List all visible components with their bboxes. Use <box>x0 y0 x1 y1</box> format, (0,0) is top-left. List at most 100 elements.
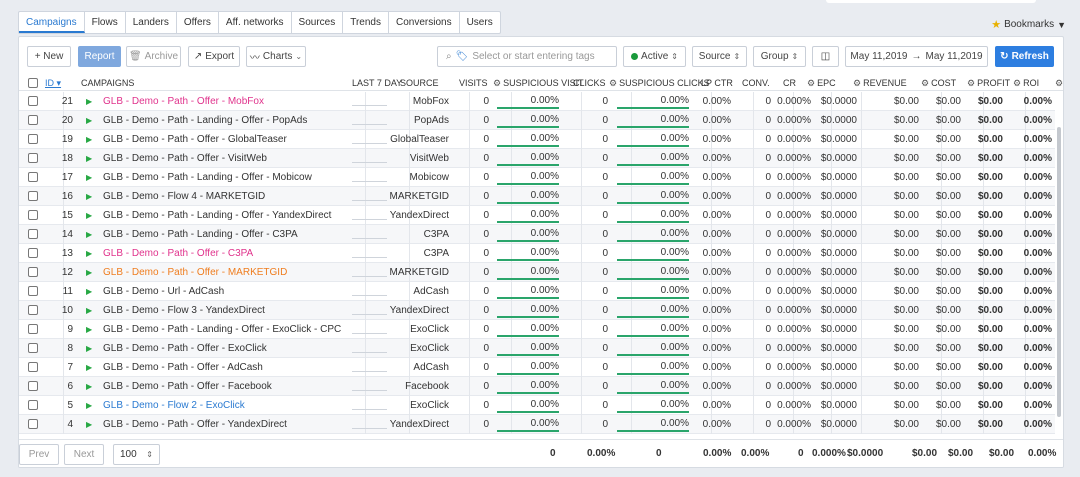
source-filter[interactable]: Source ⇕ <box>692 46 747 67</box>
campaign-name-link[interactable]: GLB - Demo - Flow 4 - MARKETGID <box>103 187 265 206</box>
col-settings[interactable]: ⚙ <box>1055 75 1063 91</box>
report-button[interactable]: Report <box>78 46 121 67</box>
campaign-name-link[interactable]: GLB - Demo - Url - AdCash <box>103 282 224 301</box>
play-icon[interactable]: ▶ <box>86 377 92 396</box>
play-icon[interactable]: ▶ <box>86 111 92 130</box>
play-icon[interactable]: ▶ <box>86 149 92 168</box>
table-row[interactable]: 12 ▶ GLB - Demo - Path - Offer - MARKETGID… <box>19 263 1055 282</box>
row-checkbox[interactable] <box>28 362 38 372</box>
play-icon[interactable]: ▶ <box>86 415 92 434</box>
play-icon[interactable]: ▶ <box>86 358 92 377</box>
play-icon[interactable]: ▶ <box>86 225 92 244</box>
table-row[interactable]: 8 ▶ GLB - Demo - Path - Offer - ExoClick Ex… <box>19 339 1055 358</box>
play-icon[interactable]: ▶ <box>86 282 92 301</box>
col-revenue[interactable]: ⚙ REVENUE <box>853 75 907 91</box>
table-row[interactable]: 9 ▶ GLB - Demo - Path - Landing - Offer - … <box>19 320 1055 339</box>
campaign-name-link[interactable]: GLB - Demo - Flow 2 - ExoClick <box>103 396 245 415</box>
col-conv[interactable]: CONV. <box>742 75 770 91</box>
play-icon[interactable]: ▶ <box>86 244 92 263</box>
play-icon[interactable]: ▶ <box>86 168 92 187</box>
prev-page-button[interactable]: Prev <box>19 444 59 465</box>
row-checkbox[interactable] <box>28 248 38 258</box>
row-checkbox[interactable] <box>28 286 38 296</box>
gear-icon[interactable]: ⚙ <box>609 78 617 88</box>
campaign-name-link[interactable]: GLB - Demo - Path - Offer - VisitWeb <box>103 149 267 168</box>
tab-conversions[interactable]: Conversions <box>389 12 460 33</box>
campaign-name-link[interactable]: GLB - Demo - Path - Landing - Offer - Ex… <box>103 320 341 339</box>
campaign-name-link[interactable]: GLB - Demo - Path - Offer - MARKETGID <box>103 263 287 282</box>
play-icon[interactable]: ▶ <box>86 187 92 206</box>
columns-toggle[interactable]: ◫ <box>812 46 839 67</box>
col-source[interactable]: SOURCE <box>400 75 439 91</box>
campaign-name-link[interactable]: GLB - Demo - Path - Offer - YandexDirect <box>103 415 287 434</box>
col-lp-ctr[interactable]: LP CTR <box>701 75 733 91</box>
select-all-checkbox[interactable] <box>28 78 38 88</box>
charts-button[interactable]: 〰 Charts ⌄ <box>246 46 306 67</box>
campaign-name-link[interactable]: GLB - Demo - Path - Landing - Offer - Mo… <box>103 168 312 187</box>
vertical-scrollbar[interactable] <box>1057 127 1061 417</box>
play-icon[interactable]: ▶ <box>86 92 92 111</box>
row-checkbox[interactable] <box>28 172 38 182</box>
gear-icon[interactable]: ⚙ <box>853 78 861 88</box>
bookmarks-menu[interactable]: ★ Bookmarks ▼ <box>991 18 1066 31</box>
row-checkbox[interactable] <box>28 191 38 201</box>
table-row[interactable]: 17 ▶ GLB - Demo - Path - Landing - Offer -… <box>19 168 1055 187</box>
table-row[interactable]: 6 ▶ GLB - Demo - Path - Offer - Facebook Fa… <box>19 377 1055 396</box>
tab-trends[interactable]: Trends <box>343 12 389 33</box>
col-epc[interactable]: ⚙ EPC <box>807 75 836 91</box>
col-cr[interactable]: CR <box>783 75 796 91</box>
row-checkbox[interactable] <box>28 96 38 106</box>
row-checkbox[interactable] <box>28 381 38 391</box>
gear-icon[interactable]: ⚙ <box>1055 78 1063 88</box>
group-filter[interactable]: Group ⇕ <box>753 46 806 67</box>
gear-icon[interactable]: ⚙ <box>967 78 975 88</box>
row-checkbox[interactable] <box>28 229 38 239</box>
col-id[interactable]: ID ▾ <box>45 75 61 91</box>
status-filter[interactable]: Active ⇕ <box>623 46 686 67</box>
table-row[interactable]: 5 ▶ GLB - Demo - Flow 2 - ExoClick ExoClick… <box>19 396 1055 415</box>
campaign-name-link[interactable]: GLB - Demo - Path - Landing - Offer - Po… <box>103 111 307 130</box>
col-susp-visit[interactable]: ⚙ SUSPICIOUS VISIT <box>493 75 584 91</box>
play-icon[interactable]: ▶ <box>86 320 92 339</box>
tab-offers[interactable]: Offers <box>177 12 219 33</box>
campaign-name-link[interactable]: GLB - Demo - Path - Offer - Facebook <box>103 377 272 396</box>
tab-aff-networks[interactable]: Aff. networks <box>219 12 292 33</box>
col-campaigns[interactable]: CAMPAIGNS <box>81 75 134 91</box>
table-row[interactable]: 21 ▶ GLB - Demo - Path - Offer - MobFox Mob… <box>19 92 1055 111</box>
col-last7[interactable]: LAST 7 DAY <box>352 75 402 91</box>
table-row[interactable]: 14 ▶ GLB - Demo - Path - Landing - Offer -… <box>19 225 1055 244</box>
campaign-name-link[interactable]: GLB - Demo - Path - Offer - AdCash <box>103 358 263 377</box>
play-icon[interactable]: ▶ <box>86 263 92 282</box>
campaign-name-link[interactable]: GLB - Demo - Path - Landing - Offer - C3… <box>103 225 298 244</box>
row-checkbox[interactable] <box>28 115 38 125</box>
col-clicks[interactable]: CLICKS <box>573 75 606 91</box>
table-row[interactable]: 4 ▶ GLB - Demo - Path - Offer - YandexDire… <box>19 415 1055 434</box>
campaign-name-link[interactable]: GLB - Demo - Path - Offer - MobFox <box>103 92 264 111</box>
table-row[interactable]: 20 ▶ GLB - Demo - Path - Landing - Offer -… <box>19 111 1055 130</box>
play-icon[interactable]: ▶ <box>86 130 92 149</box>
tag-search-input[interactable] <box>472 51 616 62</box>
next-page-button[interactable]: Next <box>64 444 104 465</box>
new-button[interactable]: + New <box>27 46 71 67</box>
play-icon[interactable]: ▶ <box>86 339 92 358</box>
col-profit[interactable]: ⚙ PROFIT <box>967 75 1010 91</box>
table-row[interactable]: 10 ▶ GLB - Demo - Flow 3 - YandexDirect Yan… <box>19 301 1055 320</box>
row-checkbox[interactable] <box>28 305 38 315</box>
tab-flows[interactable]: Flows <box>85 12 126 33</box>
row-checkbox[interactable] <box>28 400 38 410</box>
col-roi[interactable]: ⚙ ROI <box>1013 75 1039 91</box>
refresh-button[interactable]: ↻ Refresh <box>995 46 1054 67</box>
table-row[interactable]: 7 ▶ GLB - Demo - Path - Offer - AdCash AdCa… <box>19 358 1055 377</box>
row-checkbox[interactable] <box>28 210 38 220</box>
table-row[interactable]: 16 ▶ GLB - Demo - Flow 4 - MARKETGID MARKET… <box>19 187 1055 206</box>
col-cost[interactable]: ⚙ COST <box>921 75 956 91</box>
gear-icon[interactable]: ⚙ <box>921 78 929 88</box>
page-size-select[interactable]: 100 ⇕ <box>113 444 160 465</box>
tab-campaigns[interactable]: Campaigns <box>19 12 85 33</box>
campaign-name-link[interactable]: GLB - Demo - Path - Offer - GlobalTeaser <box>103 130 287 149</box>
table-row[interactable]: 13 ▶ GLB - Demo - Path - Offer - C3PA C3PA 0… <box>19 244 1055 263</box>
row-checkbox[interactable] <box>28 324 38 334</box>
table-row[interactable]: 15 ▶ GLB - Demo - Path - Landing - Offer -… <box>19 206 1055 225</box>
tab-users[interactable]: Users <box>460 12 500 33</box>
tab-sources[interactable]: Sources <box>292 12 344 33</box>
